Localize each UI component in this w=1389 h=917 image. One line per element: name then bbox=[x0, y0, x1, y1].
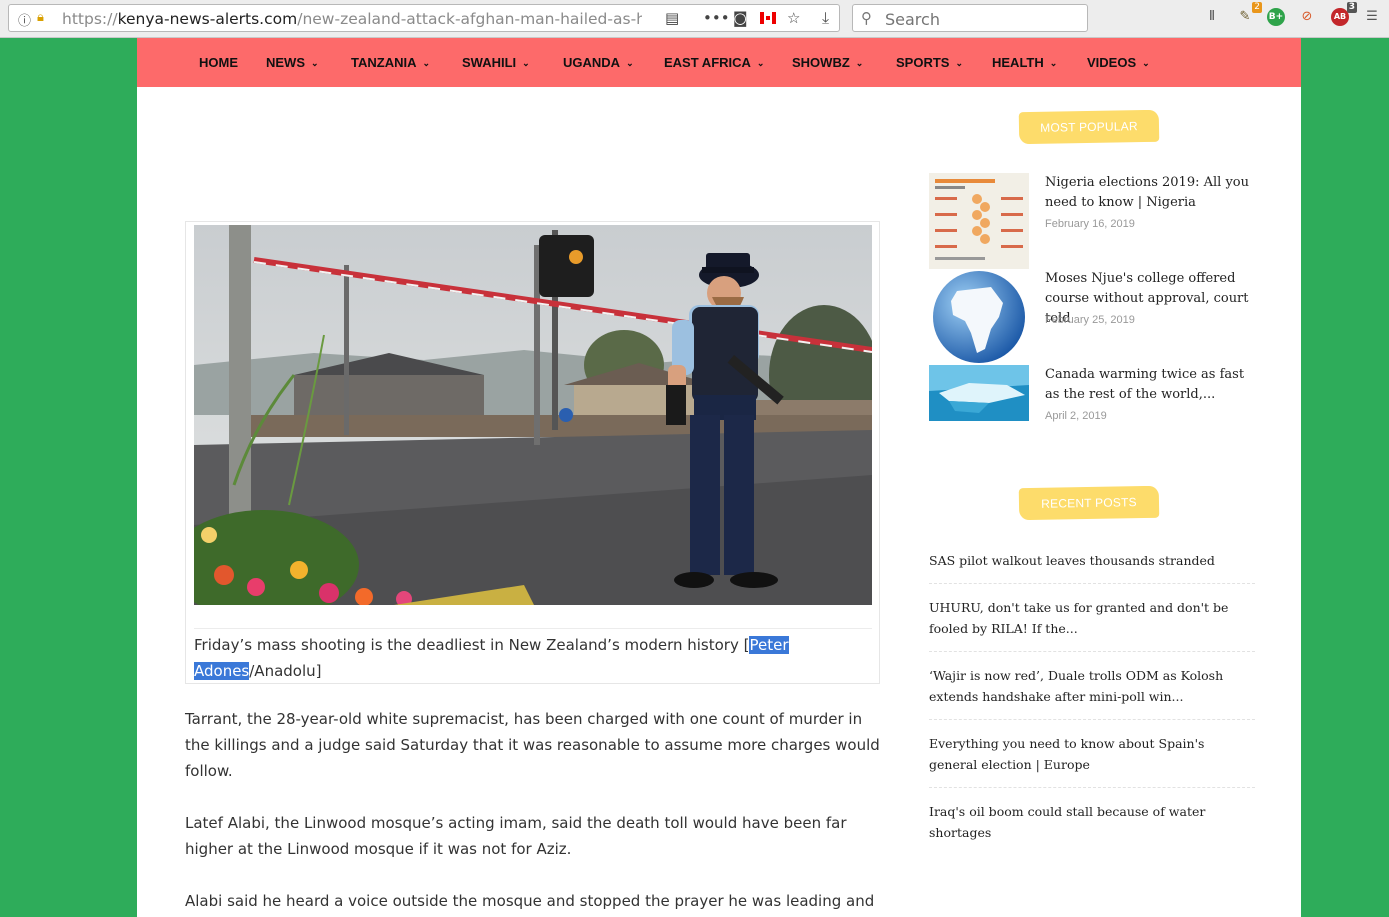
caption-divider bbox=[194, 628, 872, 629]
article-photo bbox=[194, 225, 872, 605]
photo-caption: Friday’s mass shooting is the deadliest … bbox=[194, 636, 789, 680]
page-actions-icon[interactable]: ••• bbox=[703, 9, 730, 27]
popular-post-date: April 2, 2019 bbox=[1045, 410, 1107, 422]
search-box[interactable]: ⚲ bbox=[852, 4, 1088, 32]
menu-icon[interactable]: ☰ bbox=[1363, 8, 1381, 26]
chevron-down-icon: ⌄ bbox=[1049, 58, 1058, 68]
browser-toolbar: ⓘ 🔒︎ https://kenya-news-alerts.com/new-z… bbox=[0, 0, 1389, 38]
chevron-down-icon: ⌄ bbox=[955, 58, 964, 68]
insecure-lock-icon[interactable]: 🔒︎ bbox=[37, 10, 44, 25]
pocket-icon[interactable]: ◙ bbox=[733, 9, 748, 27]
popular-post-title[interactable]: Nigeria elections 2019: All you need to … bbox=[1045, 173, 1257, 213]
nav-showbz[interactable]: SHOWBZ ⌄ bbox=[792, 55, 863, 70]
chevron-down-icon: ⌄ bbox=[522, 58, 530, 68]
page-content: HOME NEWS ⌄ TANZANIA ⌄ SWAHILI ⌄ UGANDA ⌄ EA… bbox=[137, 38, 1301, 917]
recent-post-link[interactable]: Everything you need to know about Spain'… bbox=[929, 733, 1255, 775]
chevron-down-icon: ⌄ bbox=[311, 58, 319, 68]
info-icon[interactable]: ⓘ bbox=[18, 10, 31, 29]
article-paragraph: Alabi said he heard a voice outside the … bbox=[185, 892, 875, 910]
recent-post-divider bbox=[929, 651, 1255, 652]
recent-post-divider bbox=[929, 719, 1255, 720]
recent-post-link[interactable]: Iraq's oil boom could stall because of w… bbox=[929, 801, 1255, 843]
nav-health[interactable]: HEALTH ⌄ bbox=[992, 55, 1057, 70]
popular-post-date: February 16, 2019 bbox=[1045, 218, 1135, 230]
reader-view-icon[interactable]: ▤ bbox=[665, 9, 679, 27]
extension-icon[interactable]: ✎ 2 bbox=[1236, 2, 1262, 26]
download-icon[interactable]: ⤓ bbox=[822, 8, 829, 28]
chevron-down-icon: ⌄ bbox=[422, 58, 431, 68]
nav-east-africa[interactable]: EAST AFRICA ⌄ bbox=[664, 55, 764, 70]
popular-post-thumbnail[interactable] bbox=[929, 173, 1029, 269]
nav-news[interactable]: NEWS ⌄ bbox=[266, 55, 319, 70]
recent-post-link[interactable]: SAS pilot walkout leaves thousands stran… bbox=[929, 550, 1255, 571]
popular-post-title[interactable]: Canada warming twice as fast as the rest… bbox=[1045, 365, 1257, 405]
search-input[interactable] bbox=[883, 8, 1082, 30]
library-icon[interactable]: ⫴ bbox=[1203, 8, 1221, 26]
recent-post-link[interactable]: ‘Wajir is now red’, Duale trolls ODM as … bbox=[929, 665, 1255, 707]
popular-post-thumbnail[interactable] bbox=[929, 365, 1029, 421]
chevron-down-icon: ⌄ bbox=[626, 58, 634, 68]
nav-home[interactable]: HOME bbox=[199, 55, 238, 70]
nav-uganda[interactable]: UGANDA ⌄ bbox=[563, 55, 634, 70]
grammar-extension-icon[interactable]: B+ bbox=[1267, 8, 1285, 26]
main-navigation: HOME NEWS ⌄ TANZANIA ⌄ SWAHILI ⌄ UGANDA ⌄ EA… bbox=[137, 38, 1301, 87]
adblock-icon[interactable]: AB 3 bbox=[1331, 2, 1357, 26]
recent-posts-title: RECENT POSTS bbox=[1018, 485, 1160, 521]
popular-post[interactable]: Canada warming twice as fast as the rest… bbox=[929, 365, 1259, 461]
block-icon[interactable]: ⊘ bbox=[1298, 8, 1316, 26]
canada-flag-icon[interactable] bbox=[760, 12, 776, 24]
nav-tanzania[interactable]: TANZANIA ⌄ bbox=[351, 55, 430, 70]
police-officer-photo bbox=[194, 225, 872, 605]
chevron-down-icon: ⌄ bbox=[855, 58, 864, 68]
search-icon: ⚲ bbox=[861, 9, 872, 27]
chevron-down-icon: ⌄ bbox=[1142, 58, 1150, 68]
popular-post[interactable]: Moses Njue's college offered course with… bbox=[929, 269, 1259, 365]
chevron-down-icon: ⌄ bbox=[756, 58, 765, 68]
url-bar[interactable]: ⓘ 🔒︎ https://kenya-news-alerts.com/new-z… bbox=[8, 4, 840, 32]
bookmark-star-icon[interactable]: ☆ bbox=[787, 9, 800, 27]
url-text[interactable]: https://kenya-news-alerts.com/new-zealan… bbox=[62, 10, 642, 28]
popular-post-thumbnail[interactable] bbox=[929, 269, 1029, 365]
popular-post[interactable]: Nigeria elections 2019: All you need to … bbox=[929, 173, 1259, 269]
nav-swahili[interactable]: SWAHILI ⌄ bbox=[462, 55, 530, 70]
badge-count: 2 bbox=[1252, 2, 1262, 13]
article-figure: Friday’s mass shooting is the deadliest … bbox=[185, 221, 880, 684]
nav-videos[interactable]: VIDEOS ⌄ bbox=[1087, 55, 1150, 70]
badge-count: 3 bbox=[1346, 2, 1357, 13]
nav-sports[interactable]: SPORTS ⌄ bbox=[896, 55, 963, 70]
article-paragraph: Tarrant, the 28-year-old white supremaci… bbox=[185, 710, 880, 780]
recent-post-link[interactable]: UHURU, don't take us for granted and don… bbox=[929, 597, 1255, 639]
recent-post-divider bbox=[929, 787, 1255, 788]
recent-post-divider bbox=[929, 583, 1255, 584]
most-popular-title: MOST POPULAR bbox=[1018, 109, 1160, 145]
article-paragraph: Latef Alabi, the Linwood mosque’s acting… bbox=[185, 814, 847, 858]
popular-post-date: February 25, 2019 bbox=[1045, 314, 1135, 326]
